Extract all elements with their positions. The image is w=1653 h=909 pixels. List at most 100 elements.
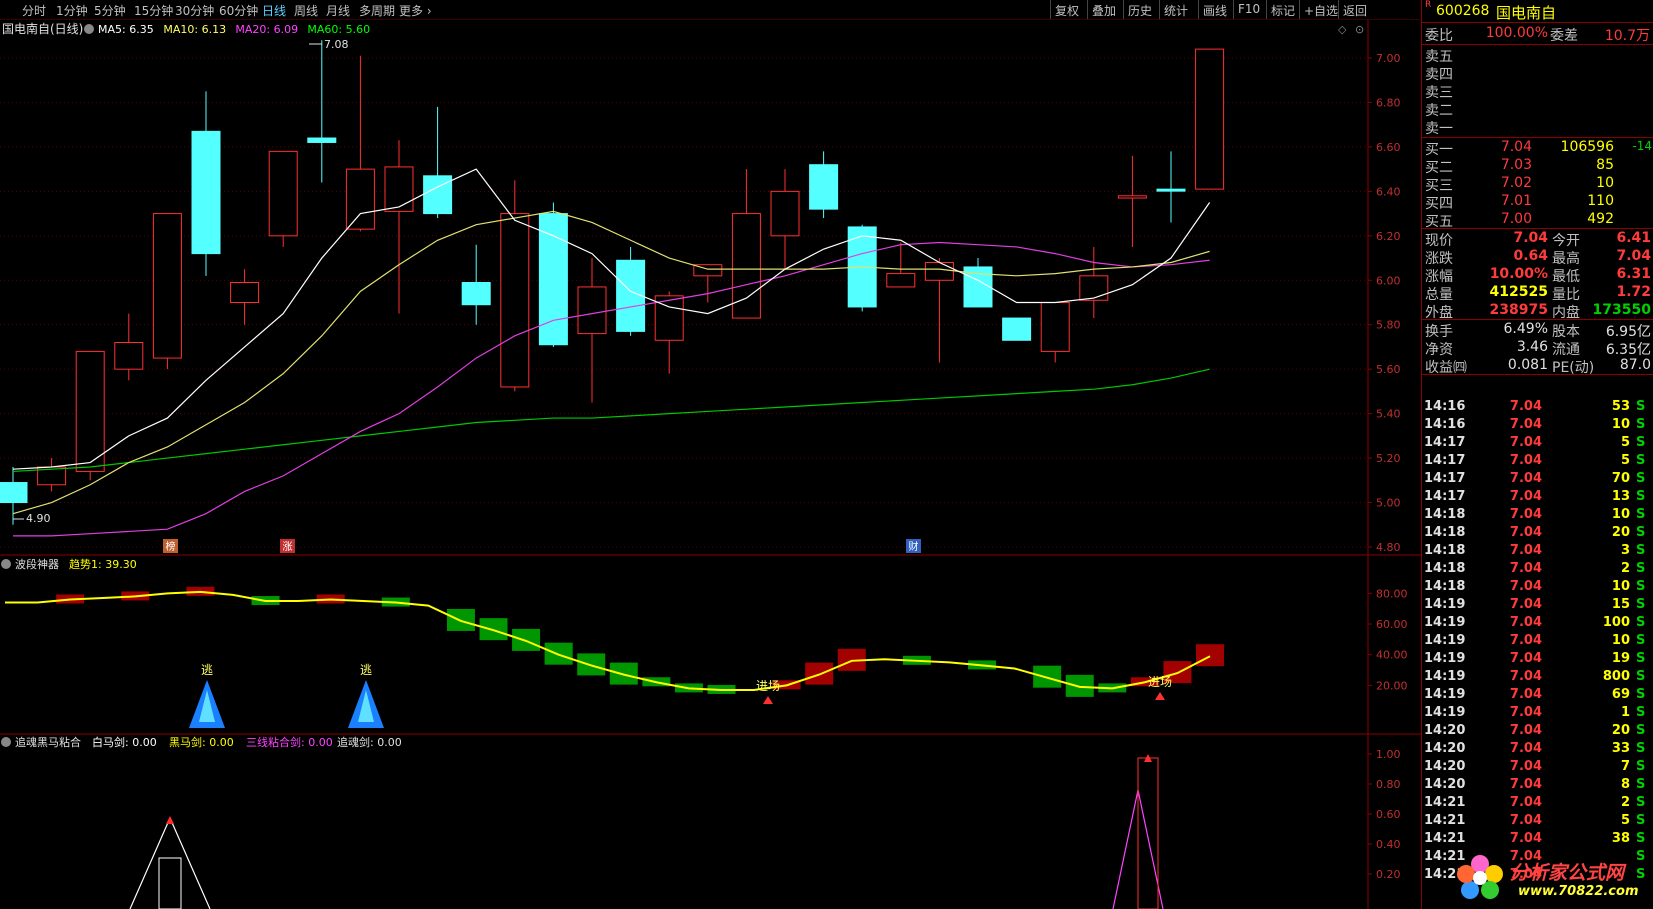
tick-side: S xyxy=(1636,471,1646,486)
ask-label: 卖二 xyxy=(1425,103,1453,119)
price-tick-label: 6.20 xyxy=(1376,230,1401,243)
entry-signal-icon xyxy=(1155,692,1165,700)
tick-volume: 13 xyxy=(1611,489,1630,504)
stats-label: 净资 xyxy=(1425,342,1453,358)
tick-row: 14:21 7.04 38 S xyxy=(1422,831,1653,849)
tick-volume: 2 xyxy=(1620,561,1630,576)
ind2-tick-label: 0.20 xyxy=(1376,868,1401,881)
tick-row: 14:17 7.04 70 S xyxy=(1422,471,1653,489)
tick-row: 14:19 7.04 1 S xyxy=(1422,705,1653,723)
tick-row: 14:18 7.04 10 S xyxy=(1422,507,1653,525)
tick-volume: 1 xyxy=(1620,705,1630,720)
tick-time: 14:17 xyxy=(1424,489,1466,504)
ask-row[interactable]: 卖二 xyxy=(1422,100,1653,119)
candle-body xyxy=(500,213,530,388)
tick-volume: 10 xyxy=(1611,579,1630,594)
divider xyxy=(1422,228,1653,229)
candle-body xyxy=(1079,275,1109,301)
price-tick-label: 6.80 xyxy=(1376,96,1401,109)
tick-time: 14:19 xyxy=(1424,669,1466,684)
tick-volume: 19 xyxy=(1611,651,1630,666)
tick-time: 14:19 xyxy=(1424,651,1466,666)
tick-side: S xyxy=(1636,543,1646,558)
bid-row[interactable]: 买五 7.00 492 xyxy=(1422,211,1653,230)
candle-body xyxy=(307,137,337,143)
quote-label: 涨幅 xyxy=(1425,269,1453,285)
bid-row[interactable]: 买三 7.02 10 xyxy=(1422,175,1653,194)
bid-row[interactable]: 买一 7.04 106596 -14 xyxy=(1422,139,1653,158)
candle-body xyxy=(423,175,453,215)
tick-volume: 5 xyxy=(1620,813,1630,828)
tick-row: 14:19 7.04 19 S xyxy=(1422,651,1653,669)
tick-time: 14:20 xyxy=(1424,777,1466,792)
tick-price: 7.04 xyxy=(1509,705,1542,720)
ma-label-3: MA60: 5.60 xyxy=(307,23,370,36)
tick-price: 7.04 xyxy=(1509,669,1542,684)
quote-row: 现价 7.04 今开 6.41 xyxy=(1422,230,1653,249)
tick-row: 14:19 7.04 800 S xyxy=(1422,669,1653,687)
quote-label: 涨跌 xyxy=(1425,251,1453,267)
tick-side: S xyxy=(1636,651,1646,666)
chart-area[interactable]: 7.00 6.80 6.60 6.40 6.20 6.00 5.80 5.60 5.40 5.20… xyxy=(0,0,1421,909)
indicator2-value-0: 白马剑: 0.00 xyxy=(92,735,157,749)
escape-signal-label: 逃 xyxy=(360,663,372,677)
bid-row[interactable]: 买二 7.03 85 xyxy=(1422,157,1653,176)
ma20-line xyxy=(13,241,1210,537)
tick-volume: 20 xyxy=(1611,525,1630,540)
event-flag-label: 财 xyxy=(909,540,919,553)
tick-volume: 7 xyxy=(1620,759,1630,774)
tick-row: 14:19 7.04 69 S xyxy=(1422,687,1653,705)
escape-signal-label: 逃 xyxy=(201,663,213,677)
price-tick-label: 5.60 xyxy=(1376,363,1401,376)
ask-label: 卖四 xyxy=(1425,67,1453,83)
indicator2-name: 追魂黑马粘合 xyxy=(15,735,81,749)
ma60-line xyxy=(12,368,1210,473)
indicator1-value: 趋势1: 39.30 xyxy=(69,558,137,571)
bid-volume: 85 xyxy=(1596,157,1614,173)
divider xyxy=(1422,22,1653,23)
tick-row: 14:18 7.04 10 S xyxy=(1422,579,1653,597)
tick-volume: 5 xyxy=(1620,435,1630,450)
tick-row: 14:18 7.04 3 S xyxy=(1422,543,1653,561)
price-tick-label: 5.80 xyxy=(1376,319,1401,332)
candle-body xyxy=(538,213,568,346)
settings-dot-icon xyxy=(84,24,94,34)
tick-price: 7.04 xyxy=(1509,615,1542,630)
candle-body xyxy=(1156,188,1186,192)
tick-time: 14:17 xyxy=(1424,435,1466,450)
tick-side: S xyxy=(1636,579,1646,594)
ask-row[interactable]: 卖一 xyxy=(1422,118,1653,137)
candle-body xyxy=(1040,302,1070,352)
tick-volume: 2 xyxy=(1620,795,1630,810)
ind2-tick-label: 0.40 xyxy=(1376,838,1401,851)
tick-row: 14:18 7.04 2 S xyxy=(1422,561,1653,579)
bid-row[interactable]: 买四 7.01 110 xyxy=(1422,193,1653,212)
watermark-url: www.70822.com xyxy=(1518,884,1639,899)
bid-price: 7.00 xyxy=(1500,211,1532,227)
weicha-label: 委差 xyxy=(1550,28,1578,44)
bid-price: 7.03 xyxy=(1500,157,1532,173)
tick-price: 7.04 xyxy=(1509,651,1542,666)
ask-row[interactable]: 卖五 xyxy=(1422,46,1653,65)
ask-label: 卖一 xyxy=(1425,121,1453,137)
tick-time: 14:21 xyxy=(1424,813,1466,828)
quote-row: 总量 412525 量比 1.72 xyxy=(1422,284,1653,303)
quote-panel: R 600268 国电南自 委比 100.00% 委差 10.7万 卖五 卖四 卖三… xyxy=(1421,0,1653,909)
ask-row[interactable]: 卖三 xyxy=(1422,82,1653,101)
tick-price: 7.04 xyxy=(1509,561,1542,576)
ask-row[interactable]: 卖四 xyxy=(1422,64,1653,83)
divider xyxy=(1422,374,1653,375)
tick-volume: 53 xyxy=(1611,399,1630,414)
price-tick-label: 5.40 xyxy=(1376,408,1401,421)
divider xyxy=(1422,44,1653,45)
tick-price: 7.04 xyxy=(1509,507,1542,522)
ask-label: 卖五 xyxy=(1425,49,1453,65)
ind2-tick-label: 0.80 xyxy=(1376,778,1401,791)
tick-volume: 100 xyxy=(1602,615,1630,630)
tick-price: 7.04 xyxy=(1509,687,1542,702)
trend-tick-label: 80.00 xyxy=(1376,587,1408,600)
bid-volume: 492 xyxy=(1587,211,1614,227)
ma-label-2: MA20: 6.09 xyxy=(235,23,298,36)
tick-row: 14:16 7.04 10 S xyxy=(1422,417,1653,435)
tick-volume: 8 xyxy=(1620,777,1630,792)
